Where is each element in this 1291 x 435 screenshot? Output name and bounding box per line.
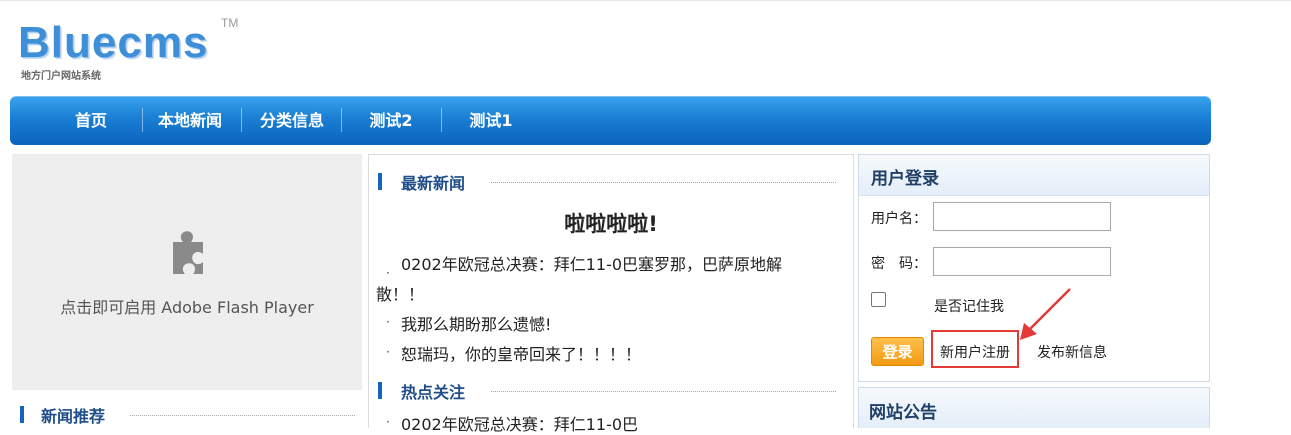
annotation-arrow-icon (1020, 288, 1071, 340)
logo-trademark: TM (221, 16, 239, 30)
nav-item-test2[interactable]: 测试2 (350, 96, 432, 145)
notice-panel-header: 网站公告 (859, 388, 1209, 428)
bullet: · (386, 315, 390, 329)
login-panel-header: 用户登录 (859, 155, 1209, 196)
nav-divider (341, 108, 342, 132)
nav-item-home[interactable]: 首页 (55, 96, 127, 145)
site-logo[interactable]: Bluecms TM 地方门户网站系统 (18, 12, 248, 82)
top-border (0, 0, 1291, 1)
section-marker (20, 406, 24, 423)
nav-divider (241, 108, 242, 132)
news-item[interactable]: 0202年欧冠总决赛：拜仁11-0巴 (401, 411, 638, 435)
section-marker (378, 382, 382, 399)
post-info-link[interactable]: 发布新信息 (1037, 342, 1107, 362)
main-nav: 首页 本地新闻 分类信息 测试2 测试1 (10, 96, 1211, 145)
password-input[interactable] (933, 247, 1111, 276)
news-item[interactable]: 0202年欧冠总决赛：拜仁11-0巴塞罗那，巴萨原地解 (401, 251, 782, 275)
remember-me-checkbox[interactable] (871, 292, 886, 307)
logo-subtitle: 地方门户网站系统 (21, 71, 101, 82)
news-item-continued[interactable]: 散！！ (376, 281, 424, 305)
headline-link[interactable]: 啦啦啦啦! (369, 208, 853, 238)
flash-message: 点击即可启用 Adobe Flash Player (60, 298, 314, 317)
dotted-divider (130, 415, 355, 416)
dotted-divider (491, 182, 836, 183)
remember-me-label: 是否记住我 (934, 299, 1004, 315)
news-item[interactable]: 恕瑞玛，你的皇帝回来了！！！！ (401, 341, 641, 365)
nav-item-local-news[interactable]: 本地新闻 (150, 96, 230, 145)
password-label: 密 码： (871, 256, 927, 272)
username-input[interactable] (933, 202, 1111, 231)
section-header-news-recommend: 新闻推荐 (20, 402, 362, 426)
bullet: · (386, 266, 390, 280)
login-title: 用户登录 (871, 169, 939, 189)
section-title: 新闻推荐 (41, 407, 106, 426)
flash-placeholder[interactable]: 点击即可启用 Adobe Flash Player (12, 154, 362, 390)
dotted-divider (491, 391, 836, 392)
nav-divider (441, 108, 442, 132)
section-title: 热点关注 (401, 383, 466, 402)
login-panel: 用户登录 用户名： 密 码： 是否记住我 登录 新用户注册 发布新信息 (858, 154, 1210, 382)
login-button[interactable]: 登录 (871, 337, 924, 366)
notice-panel: 网站公告 (858, 387, 1210, 428)
section-marker (378, 173, 382, 190)
section-title: 最新新闻 (401, 174, 466, 193)
bullet: · (386, 345, 390, 359)
section-header-latest: 最新新闻 (378, 169, 844, 193)
section-header-hot: 热点关注 (378, 378, 844, 402)
news-panel: 最新新闻 啦啦啦啦! · 0202年欧冠总决赛：拜仁11-0巴塞罗那，巴萨原地解… (368, 154, 854, 434)
highlight-box (931, 330, 1019, 368)
news-item[interactable]: 我那么期盼那么遗憾! (401, 311, 551, 335)
nav-item-test1[interactable]: 测试1 (450, 96, 532, 145)
username-label: 用户名： (871, 211, 927, 227)
notice-title: 网站公告 (869, 403, 937, 423)
puzzle-piece-icon (173, 231, 203, 274)
nav-item-classifieds[interactable]: 分类信息 (248, 96, 336, 145)
logo-brand: Bluecms (18, 18, 209, 67)
nav-divider (142, 108, 143, 132)
